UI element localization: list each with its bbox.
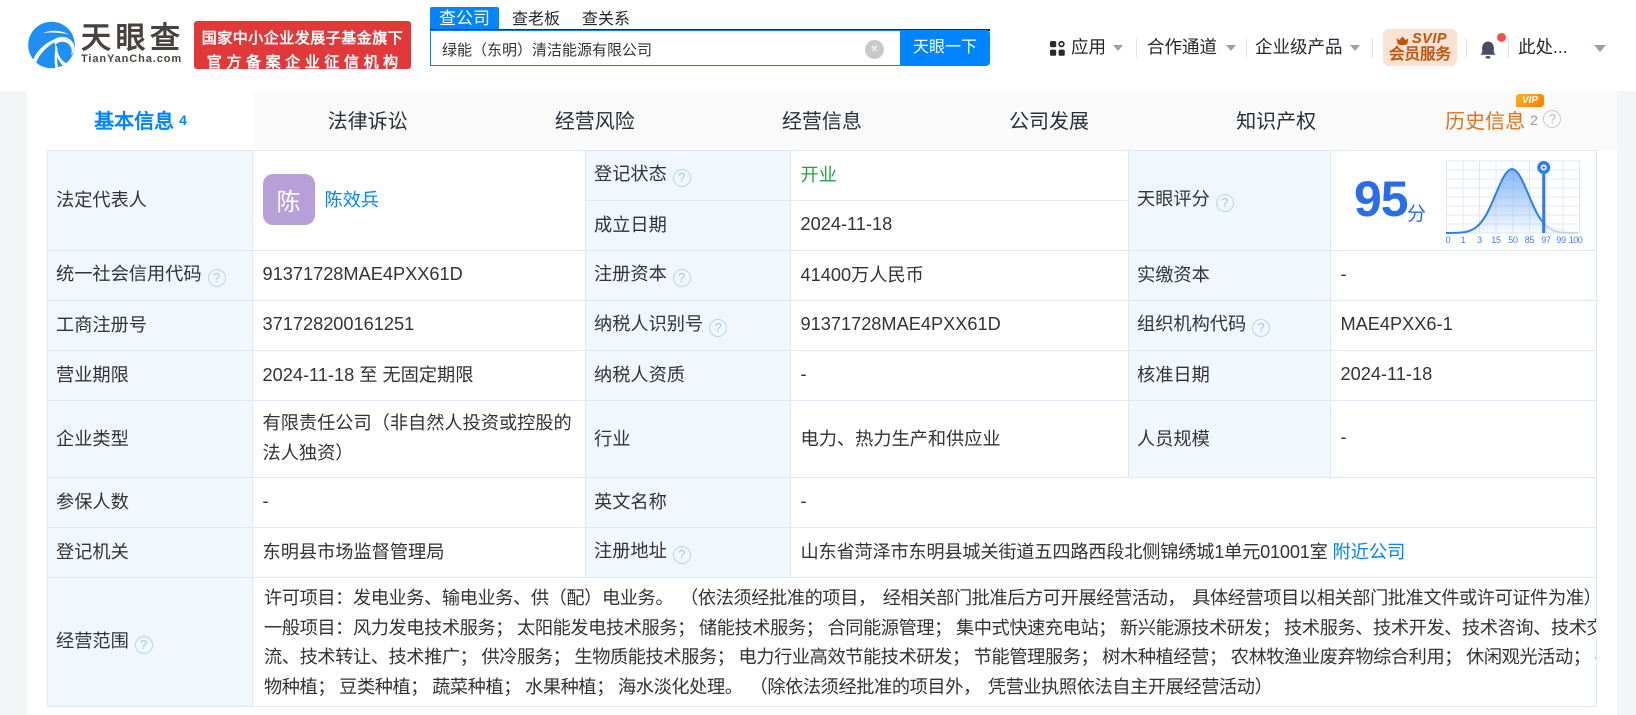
svg-text:99: 99: [1556, 235, 1566, 245]
svg-text:0: 0: [1446, 235, 1451, 245]
svg-text:85: 85: [1525, 235, 1535, 245]
svg-text:3: 3: [1477, 235, 1482, 245]
svg-text:15: 15: [1491, 235, 1501, 245]
svg-text:100: 100: [1569, 235, 1583, 245]
svg-text:1: 1: [1461, 235, 1466, 245]
svg-text:50: 50: [1508, 235, 1518, 245]
svg-text:97: 97: [1541, 235, 1551, 245]
